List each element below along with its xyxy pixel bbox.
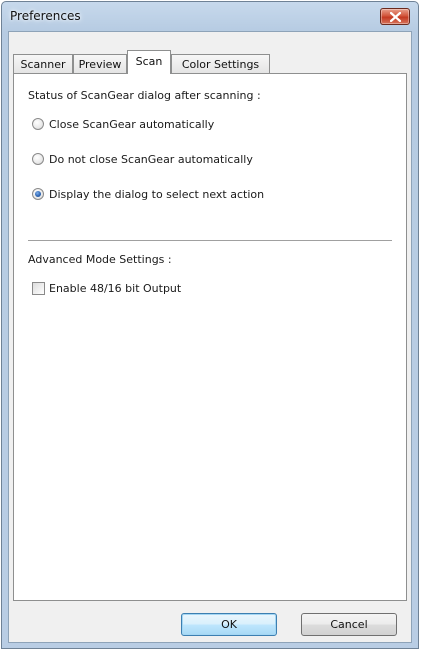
radio-button[interactable] [32, 118, 44, 130]
tab-scan[interactable]: Scan [127, 50, 171, 74]
tab-color-settings[interactable]: Color Settings [171, 54, 270, 74]
ok-button[interactable]: OK [181, 613, 277, 636]
advanced-heading: Advanced Mode Settings : [28, 253, 172, 266]
radio-label: Do not close ScanGear automatically [49, 153, 253, 166]
window-title: Preferences [10, 9, 81, 23]
close-button[interactable] [380, 8, 410, 25]
radio-label: Close ScanGear automatically [49, 118, 215, 131]
radio-label: Display the dialog to select next action [49, 188, 265, 201]
checkbox-label: Enable 48/16 bit Output [49, 282, 182, 295]
radio-button[interactable] [32, 153, 44, 165]
scan-tab-panel: Status of ScanGear dialog after scanning… [13, 73, 407, 601]
dialog-body: Scanner Preview Scan Color Settings Stat… [8, 31, 412, 643]
cancel-button[interactable]: Cancel [301, 613, 397, 636]
radio-button-selected[interactable] [32, 188, 44, 200]
close-icon [390, 12, 401, 22]
status-heading: Status of ScanGear dialog after scanning… [28, 89, 261, 102]
section-divider [28, 240, 392, 241]
enable-48-16-checkbox[interactable] [32, 282, 45, 295]
tab-scanner[interactable]: Scanner [13, 54, 73, 74]
title-bar[interactable]: Preferences [2, 2, 418, 30]
tab-preview[interactable]: Preview [73, 54, 127, 74]
preferences-window: Preferences Scanner Preview Scan Color S… [1, 1, 419, 649]
